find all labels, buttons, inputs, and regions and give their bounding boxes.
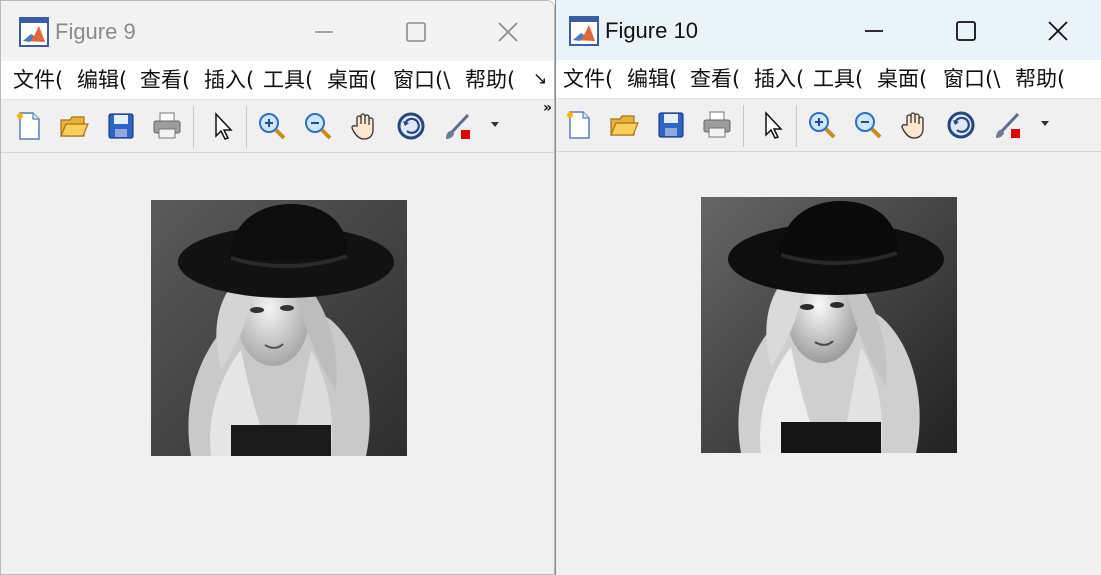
- menu-view[interactable]: 查看(: [140, 65, 200, 95]
- save-icon[interactable]: [655, 109, 687, 141]
- menu-bar: 文件( 编辑( 查看( 插入( 工具( 桌面( 窗口(\ 帮助( ↘: [1, 61, 554, 100]
- minimize-icon[interactable]: [307, 15, 341, 49]
- menu-edit[interactable]: 编辑(: [627, 64, 687, 94]
- menu-overflow-icon[interactable]: ↘: [533, 69, 547, 89]
- figure-toolbar: »: [1, 100, 554, 153]
- maximize-icon[interactable]: [949, 14, 983, 48]
- menu-desktop[interactable]: 桌面(: [327, 65, 389, 95]
- brush-icon[interactable]: [992, 109, 1024, 141]
- zoom-out-icon[interactable]: [852, 109, 884, 141]
- new-figure-icon[interactable]: [563, 109, 595, 141]
- title-bar[interactable]: Figure 10: [556, 0, 1101, 60]
- menu-edit[interactable]: 编辑(: [77, 65, 137, 95]
- image-display: [151, 200, 407, 456]
- menu-tools[interactable]: 工具(: [263, 65, 325, 95]
- matlab-logo-icon: [19, 17, 49, 47]
- menu-insert[interactable]: 插入(: [204, 65, 258, 95]
- zoom-in-icon[interactable]: [806, 109, 838, 141]
- menu-desktop[interactable]: 桌面(: [877, 64, 939, 94]
- menu-file[interactable]: 文件(: [13, 65, 75, 95]
- matlab-logo-icon: [569, 16, 599, 46]
- window-title: Figure 10: [605, 18, 698, 43]
- rotate-3d-icon[interactable]: [395, 110, 427, 142]
- toolbar-overflow-icon[interactable]: »: [543, 100, 552, 116]
- open-icon[interactable]: [58, 110, 90, 142]
- maximize-icon[interactable]: [399, 15, 433, 49]
- menu-help[interactable]: 帮助(: [1015, 64, 1079, 94]
- toolbar-separator: [796, 105, 797, 147]
- chevron-down-icon[interactable]: [488, 116, 502, 130]
- open-icon[interactable]: [608, 109, 640, 141]
- window-title: Figure 9: [55, 19, 136, 44]
- minimize-icon[interactable]: [857, 14, 891, 48]
- select-pointer-icon[interactable]: [757, 109, 789, 141]
- new-figure-icon[interactable]: [13, 110, 45, 142]
- menu-bar: 文件( 编辑( 查看( 插入( 工具( 桌面( 窗口(\ 帮助(: [556, 60, 1101, 99]
- toolbar-separator: [246, 106, 247, 148]
- toolbar-separator: [193, 106, 194, 148]
- title-bar[interactable]: Figure 9: [1, 1, 554, 61]
- print-icon[interactable]: [151, 110, 183, 142]
- figure-10-window: Figure 10 文件( 编辑( 查看( 插入( 工具( 桌面( 窗口(\ 帮…: [555, 0, 1101, 575]
- zoom-out-icon[interactable]: [302, 110, 334, 142]
- menu-insert[interactable]: 插入(: [754, 64, 806, 94]
- save-icon[interactable]: [105, 110, 137, 142]
- menu-window[interactable]: 窗口(\: [393, 65, 461, 95]
- figure-toolbar: [556, 99, 1101, 152]
- print-icon[interactable]: [701, 109, 733, 141]
- toolbar-separator: [743, 105, 744, 147]
- menu-help[interactable]: 帮助(: [465, 65, 527, 95]
- menu-view[interactable]: 查看(: [690, 64, 750, 94]
- image-display: [701, 197, 957, 453]
- menu-window[interactable]: 窗口(\: [943, 64, 1011, 94]
- menu-file[interactable]: 文件(: [563, 64, 625, 94]
- select-pointer-icon[interactable]: [207, 110, 239, 142]
- zoom-in-icon[interactable]: [256, 110, 288, 142]
- pan-hand-icon[interactable]: [898, 109, 930, 141]
- close-icon[interactable]: [491, 15, 525, 49]
- menu-tools[interactable]: 工具(: [813, 64, 875, 94]
- pan-hand-icon[interactable]: [348, 110, 380, 142]
- brush-icon[interactable]: [442, 110, 474, 142]
- rotate-3d-icon[interactable]: [945, 109, 977, 141]
- chevron-down-icon[interactable]: [1038, 115, 1052, 129]
- close-icon[interactable]: [1041, 14, 1075, 48]
- figure-9-window: Figure 9 文件( 编辑( 查看( 插入( 工具( 桌面( 窗口(\ 帮助…: [0, 0, 555, 575]
